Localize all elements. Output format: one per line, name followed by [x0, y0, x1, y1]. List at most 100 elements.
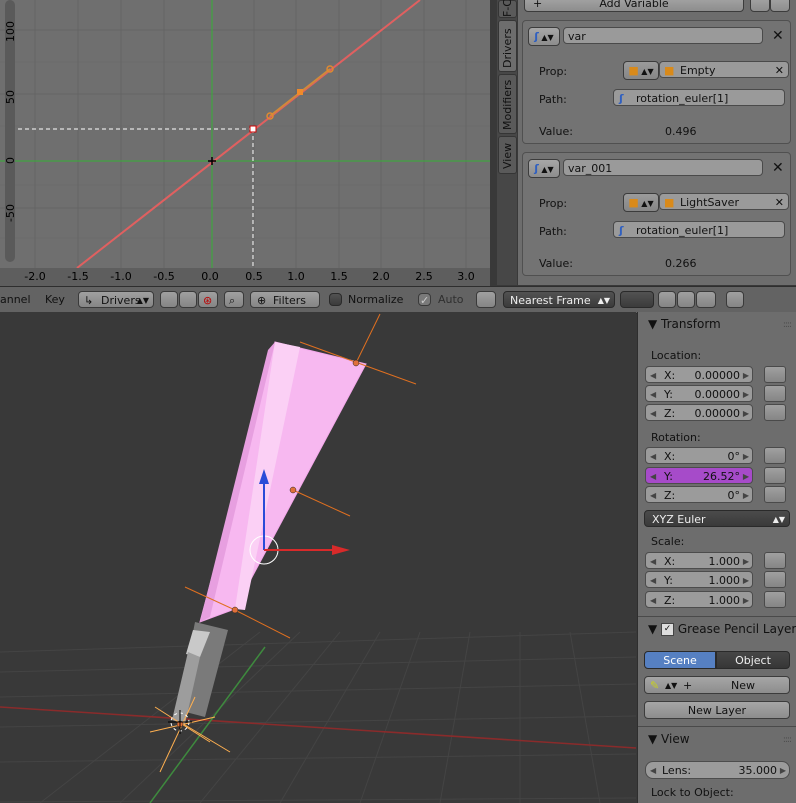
pencil-icon: ✎	[650, 679, 660, 692]
tab-fcurve[interactable]: F-C	[498, 0, 517, 18]
add-variable-button[interactable]: + Add Variable	[524, 0, 744, 12]
empty-origin[interactable]	[231, 606, 239, 614]
variable-value: 0.496	[665, 125, 697, 138]
variable-type-dropdown[interactable]: ʃ ▲▼	[528, 27, 560, 46]
variable-type-dropdown[interactable]: ʃ ▲▼	[528, 159, 560, 178]
prop-label: Prop:	[539, 65, 568, 78]
paste-flipped-icon[interactable]	[696, 291, 716, 308]
clear-object-icon[interactable]: ✕	[775, 194, 784, 211]
copy-vars-icon[interactable]	[750, 0, 770, 12]
new-grease-pencil-button[interactable]: ✎ ▲▼ + New	[644, 676, 790, 694]
new-layer-button[interactable]: New Layer	[644, 701, 790, 719]
path-label: Path:	[539, 225, 567, 238]
empty-origin[interactable]	[352, 359, 360, 367]
grease-pencil-checkbox[interactable]: ✓	[661, 623, 675, 636]
rotation-z-field[interactable]: ◀ Z: 0° ▶	[645, 486, 753, 503]
ghost-curves-icon[interactable]	[726, 291, 744, 308]
drag-grip-icon[interactable]: ::::	[783, 735, 792, 745]
x-tick: 0.0	[201, 270, 219, 283]
clear-object-icon[interactable]: ✕	[775, 62, 784, 79]
3d-cursor[interactable]	[168, 710, 192, 734]
tab-modifiers[interactable]: Modifiers	[498, 74, 517, 134]
tab-drivers[interactable]: Drivers	[498, 20, 517, 72]
auto-label: Auto	[438, 293, 464, 306]
grease-pencil-panel-header[interactable]: ▼ ✓ Grease Pencil Layers	[648, 622, 796, 636]
auto-checkbox[interactable]: ✓	[418, 293, 431, 307]
scene-tab[interactable]: Scene	[644, 651, 716, 669]
ghost-icon[interactable]	[179, 291, 197, 308]
3d-viewport[interactable]	[0, 312, 636, 803]
scale-y-field[interactable]: ◀ Y: 1.000 ▶	[645, 571, 753, 588]
path-label: Path:	[539, 93, 567, 106]
prop-label: Prop:	[539, 197, 568, 210]
tab-view[interactable]: View	[498, 136, 517, 174]
x-axis-ruler[interactable]: -2.0 -1.5 -1.0 -0.5 0.0 0.5 1.0 1.5 2.0 …	[0, 268, 490, 286]
normalize-checkbox[interactable]	[329, 293, 342, 306]
path-field[interactable]: ʃ rotation_euler[1]	[613, 221, 785, 238]
view-panel-header[interactable]: ▼ View	[648, 732, 690, 746]
pointer-icon[interactable]	[160, 291, 178, 308]
scale-label: Scale:	[651, 535, 685, 548]
location-y-field[interactable]: ◀ Y: 0.00000 ▶	[645, 385, 753, 402]
channel-menu[interactable]: annel	[0, 293, 31, 306]
object-field[interactable]: ■ LightSaver ✕	[659, 193, 789, 210]
lock-icon[interactable]	[764, 571, 786, 588]
driver-curve-line[interactable]	[76, 0, 421, 268]
x-tick: 1.5	[330, 270, 348, 283]
lock-icon[interactable]	[764, 447, 786, 464]
paste-vars-icon[interactable]	[770, 0, 790, 12]
zoom-icon[interactable]: ⌕	[224, 291, 244, 308]
path-field[interactable]: ʃ rotation_euler[1]	[613, 89, 785, 106]
location-x-field[interactable]: ◀ X: 0.00000 ▶	[645, 366, 753, 383]
copy-keys-icon[interactable]	[658, 291, 676, 308]
rotation-mode-dropdown[interactable]: XYZ Euler ▲▼	[644, 510, 790, 527]
filter-icon: ⊕	[257, 294, 267, 307]
location-z-field[interactable]: ◀ Z: 0.00000 ▶	[645, 404, 753, 421]
drag-grip-icon[interactable]: ::::	[783, 320, 792, 330]
value-label: Value:	[539, 125, 573, 138]
object-field[interactable]: ■ Empty ✕	[659, 61, 789, 78]
transform-panel-header[interactable]: ▼ Transform	[648, 317, 721, 331]
normalize-toggle-icon[interactable]	[476, 291, 496, 308]
lock-icon[interactable]	[764, 404, 786, 421]
remove-variable-icon[interactable]: ✕	[772, 161, 784, 175]
lock-icon[interactable]	[764, 366, 786, 383]
rotation-x-field[interactable]: ◀ X: 0° ▶	[645, 447, 753, 464]
target-icon[interactable]: ⊛	[198, 291, 218, 308]
pivot-dropdown[interactable]	[620, 291, 654, 308]
filters-button[interactable]: ⊕ Filters	[250, 291, 320, 308]
lock-icon[interactable]	[764, 552, 786, 569]
empty-origin[interactable]	[289, 486, 297, 494]
scale-z-field[interactable]: ◀ Z: 1.000 ▶	[645, 591, 753, 608]
graph-mode-icon: ↳	[84, 294, 94, 307]
paste-keys-icon[interactable]	[677, 291, 695, 308]
driver-curve-plot[interactable]	[0, 0, 490, 268]
3d-scene[interactable]	[0, 312, 636, 803]
lock-icon[interactable]	[764, 486, 786, 503]
lock-icon[interactable]	[764, 385, 786, 402]
object-cube-icon: ■	[664, 196, 675, 209]
scale-x-field[interactable]: ◀ X: 1.000 ▶	[645, 552, 753, 569]
variable-name-field[interactable]: var_001	[563, 159, 763, 176]
object-tab[interactable]: Object	[716, 651, 790, 669]
mode-dropdown[interactable]: ↳ Drivers ▲▼	[78, 291, 154, 308]
id-type-dropdown[interactable]: ■ ▲▼	[623, 61, 659, 80]
id-type-dropdown[interactable]: ■ ▲▼	[623, 193, 659, 212]
graph-editor-canvas[interactable]: 100 50 0 -50	[0, 0, 490, 268]
snap-dropdown[interactable]: Nearest Frame ▲▼	[503, 291, 615, 308]
keyframe-point[interactable]	[297, 89, 303, 95]
lock-to-object-label: Lock to Object:	[651, 786, 734, 799]
remove-variable-icon[interactable]: ✕	[772, 29, 784, 43]
x-tick: 0.5	[245, 270, 263, 283]
y-tick: 50	[4, 90, 17, 104]
lens-field[interactable]: ◀ Lens: 35.000 ▶	[645, 761, 790, 779]
object-cube-icon: ■	[664, 64, 675, 77]
variable-box: ʃ ▲▼ var ✕ Prop: ■ ▲▼ ■ Empty ✕ Path: ʃ …	[522, 20, 791, 144]
lock-icon[interactable]	[764, 467, 786, 484]
rotation-y-field-driven[interactable]: ◀ Y: 26.52° ▶	[645, 467, 753, 484]
rotation-label: Rotation:	[651, 431, 701, 444]
drivers-panel: + Add Variable ʃ ▲▼ var ✕ Prop: ■ ▲▼ ■ E…	[518, 0, 796, 285]
lock-icon[interactable]	[764, 591, 786, 608]
variable-name-field[interactable]: var	[563, 27, 763, 44]
key-menu[interactable]: Key	[45, 293, 65, 306]
